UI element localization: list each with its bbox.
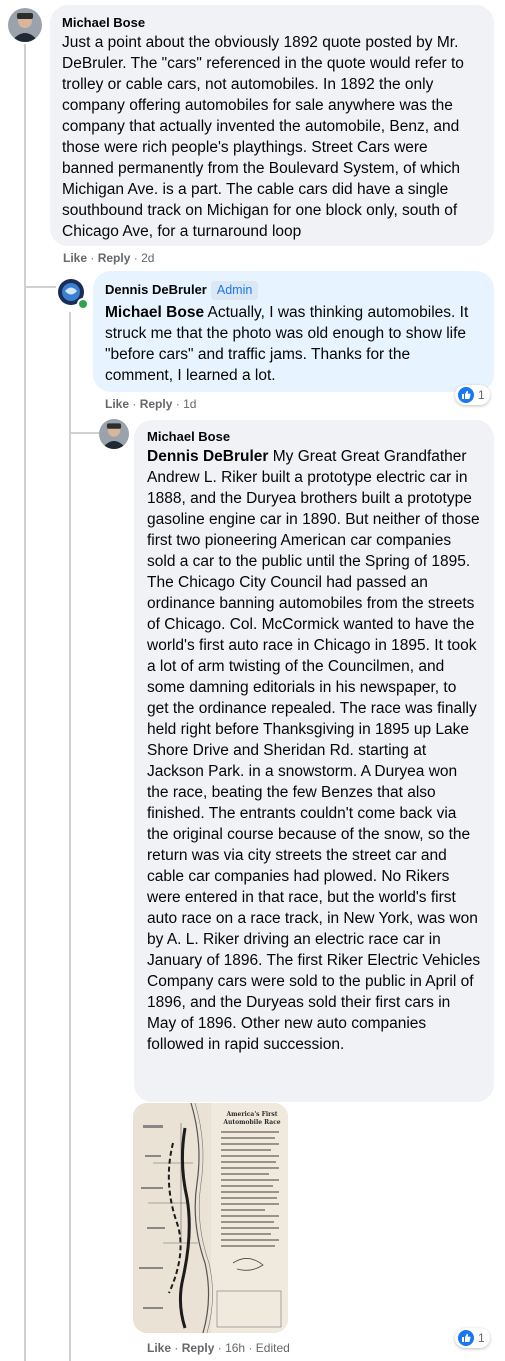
- attached-map-image[interactable]: America's First Automobile Race: [133, 1103, 288, 1333]
- timestamp[interactable]: 16h: [225, 1341, 245, 1355]
- thread-line: [69, 312, 71, 1361]
- like-button[interactable]: Like: [105, 397, 129, 411]
- comment-actions: Like · Reply · 16h · Edited: [147, 1341, 290, 1355]
- reaction-count: 1: [478, 388, 485, 402]
- mention-link[interactable]: Michael Bose: [105, 304, 204, 321]
- separator: ·: [132, 397, 137, 411]
- comment-bubble: Michael Bose Dennis DeBruler My Great Gr…: [134, 420, 494, 1102]
- comment-bubble: Dennis DeBruler Admin Michael Bose Actual…: [93, 271, 494, 392]
- reaction-count: 1: [478, 1331, 485, 1345]
- comment-text: Just a point about the obviously 1892 qu…: [62, 34, 464, 240]
- separator: ·: [217, 1341, 222, 1355]
- separator: ·: [133, 251, 138, 265]
- map-title: America's First Automobile Race: [223, 1111, 281, 1126]
- online-indicator: [77, 298, 89, 310]
- avatar[interactable]: [8, 8, 42, 42]
- comment-actions: Like · Reply · 1d: [105, 397, 196, 411]
- separator: ·: [174, 1341, 179, 1355]
- comment-bubble: Michael Bose Just a point about the obvi…: [50, 5, 494, 246]
- comment-author[interactable]: Dennis DeBruler: [105, 282, 207, 297]
- thumbs-up-icon: [458, 387, 474, 403]
- thread-connector: [24, 272, 26, 286]
- separator: ·: [175, 397, 180, 411]
- thread-line: [24, 44, 26, 1361]
- separator: ·: [90, 251, 95, 265]
- comment-text-block: Michael Bose Actually, I was thinking au…: [105, 302, 482, 386]
- timestamp[interactable]: 2d: [141, 251, 154, 265]
- reply-button[interactable]: Reply: [140, 397, 173, 411]
- reaction-summary[interactable]: 1: [455, 1328, 490, 1348]
- comment-author[interactable]: Michael Bose: [147, 428, 481, 445]
- like-button[interactable]: Like: [147, 1341, 171, 1355]
- comment-author[interactable]: Michael Bose: [62, 14, 482, 31]
- edited-label: Edited: [255, 1341, 290, 1355]
- avatar[interactable]: [58, 279, 89, 310]
- reply-button[interactable]: Reply: [182, 1341, 215, 1355]
- reaction-summary[interactable]: 1: [455, 385, 490, 405]
- separator: ·: [248, 1341, 253, 1355]
- thread-connector: [71, 432, 99, 434]
- like-button[interactable]: Like: [63, 251, 87, 265]
- thread-connector: [26, 286, 56, 288]
- comment-text: My Great Great Grandfather Andrew L. Rik…: [147, 448, 481, 1053]
- timestamp[interactable]: 1d: [183, 397, 196, 411]
- comment-author-line: Dennis DeBruler Admin: [105, 281, 482, 300]
- mention-link[interactable]: Dennis DeBruler: [147, 448, 268, 465]
- comment-actions: Like · Reply · 2d: [63, 251, 154, 265]
- comment-text-block: Dennis DeBruler My Great Great Grandfath…: [147, 446, 481, 1055]
- avatar[interactable]: [99, 419, 129, 449]
- admin-badge: Admin: [210, 281, 259, 300]
- thumbs-up-icon: [458, 1330, 474, 1346]
- reply-button[interactable]: Reply: [98, 251, 131, 265]
